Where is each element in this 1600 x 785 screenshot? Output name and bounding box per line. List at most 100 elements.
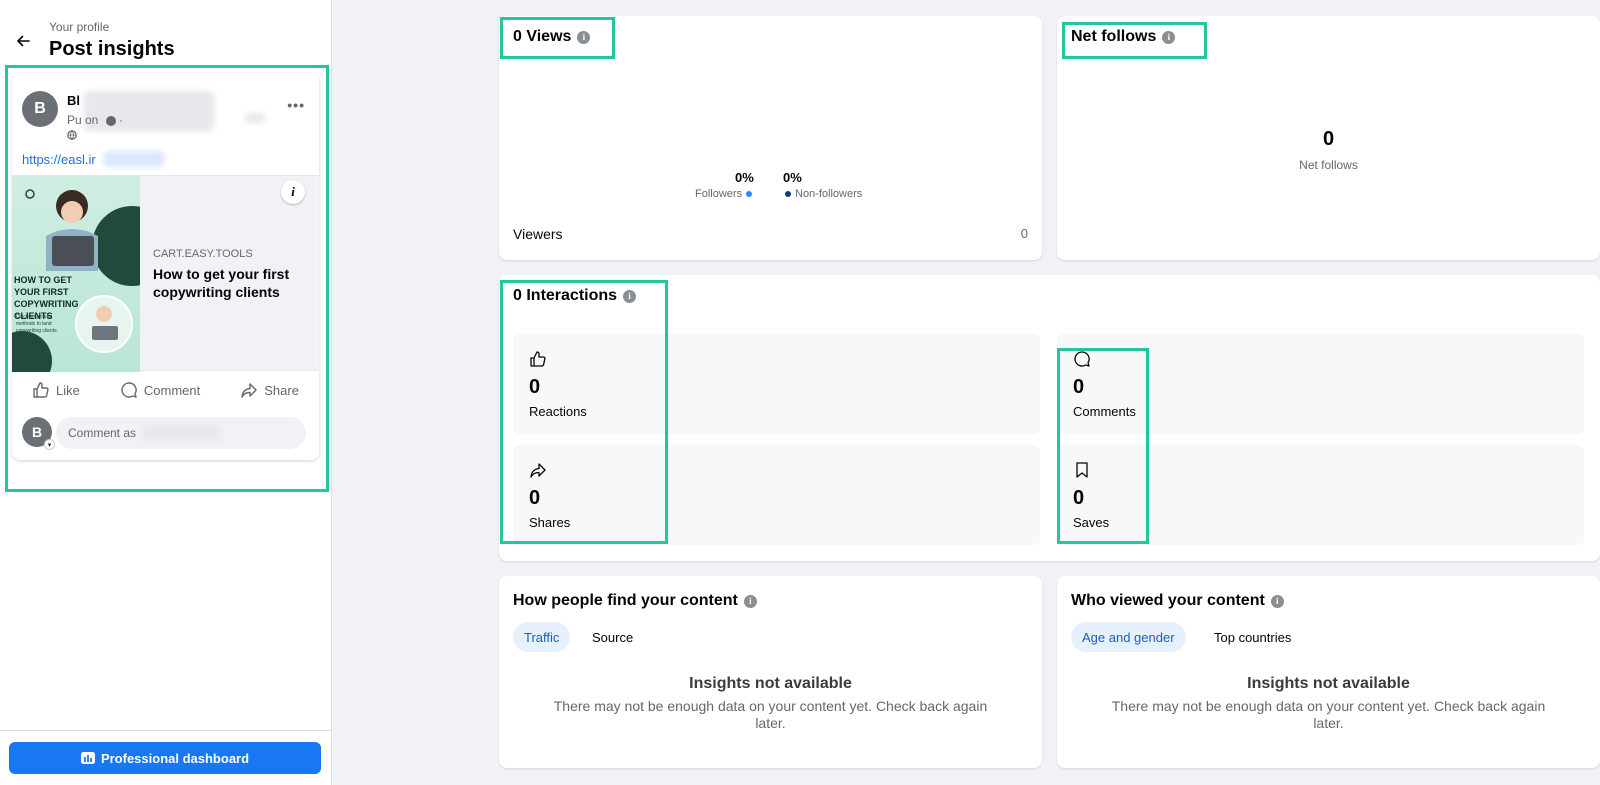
net-follows-title: Net follows i: [1071, 28, 1176, 46]
redacted-blur: [142, 425, 221, 441]
info-icon[interactable]: i: [577, 30, 591, 44]
preview-title[interactable]: How to get your first copywriting client…: [153, 265, 313, 301]
professional-dashboard-button[interactable]: Professional dashboard: [9, 742, 321, 774]
who-viewed-na-title: Insights not available: [1247, 675, 1410, 692]
who-viewed-title: Who viewed your content i: [1071, 592, 1284, 610]
reactions-tile: 0 Reactions: [513, 334, 1040, 434]
globe-icon: [67, 129, 77, 143]
interactions-card: 0 Interactions i 0 Reactions 0 Comments …: [499, 275, 1600, 561]
redacted-blur: [245, 113, 265, 123]
info-icon[interactable]: i: [1270, 594, 1284, 608]
saves-label: Saves: [1073, 515, 1110, 530]
tab-top-countries[interactable]: Top countries: [1203, 622, 1302, 652]
page-title: Post insights: [49, 38, 175, 60]
comments-label: Comments: [1073, 404, 1136, 419]
more-options-icon[interactable]: •••: [287, 97, 305, 113]
find-content-na-text: There may not be enough data on your con…: [553, 698, 988, 731]
preview-domain: CART.EASY.TOOLS: [153, 248, 253, 260]
share-icon: [530, 463, 546, 478]
viewers-value: 0: [1020, 226, 1028, 241]
who-viewed-na-text: There may not be enough data on your con…: [1111, 698, 1546, 731]
shares-label: Shares: [529, 515, 571, 530]
preview-thumbnail: HOW TO GET YOUR FIRST COPYWRITING CLIENT…: [12, 176, 140, 372]
who-viewed-card: Who viewed your content i Age and gender…: [1057, 576, 1600, 768]
net-follows-value: 0: [1322, 128, 1335, 150]
saves-tile: 0 Saves: [1057, 445, 1584, 545]
thumbnail-subtext: Discover proven methods to land copywrit…: [16, 314, 58, 334]
post-highlight-frame: B Bl Pu on · ••• https://easl.ir HOW TO …: [5, 65, 329, 492]
find-content-title-text: How people find your content: [513, 592, 738, 609]
post-actions: Like Comment Share: [12, 373, 319, 407]
comment-label: Comment: [143, 382, 201, 398]
arrow-left-icon: [17, 35, 30, 47]
interactions-title: 0 Interactions i: [513, 287, 637, 305]
chevron-down-icon[interactable]: ▾: [44, 439, 55, 450]
commenter-avatar[interactable]: B ▾: [22, 417, 55, 450]
find-content-title: How people find your content i: [513, 592, 757, 610]
share-button[interactable]: Share: [240, 381, 299, 399]
nonfollowers-legend: Non-followers: [785, 188, 862, 200]
views-title-text: 0 Views: [513, 28, 572, 45]
bookmark-icon: [1076, 462, 1088, 478]
comment-placeholder: Comment as: [68, 426, 137, 440]
info-icon[interactable]: i: [743, 594, 757, 608]
link-preview[interactable]: HOW TO GET YOUR FIRST COPYWRITING CLIENT…: [12, 175, 319, 372]
reactions-label: Reactions: [529, 404, 587, 419]
info-icon[interactable]: i: [1162, 30, 1176, 44]
interactions-title-text: 0 Interactions: [513, 287, 618, 304]
sidebar: Your profile Post insights B Bl Pu on · …: [0, 0, 332, 785]
net-follows-label: Net follows: [1299, 158, 1358, 172]
share-label: Share: [264, 382, 299, 398]
author-name[interactable]: Bl: [67, 93, 80, 108]
post-link[interactable]: https://easl.ir: [22, 152, 96, 167]
author-avatar[interactable]: B: [22, 91, 58, 127]
nonfollowers-legend-label: Non-followers: [795, 188, 863, 200]
dashboard-icon: [80, 752, 95, 764]
post-meta: Pu on ·: [67, 113, 123, 127]
like-label: Like: [56, 382, 80, 398]
followers-legend: Followers: [695, 188, 753, 200]
sidebar-divider: [0, 730, 332, 731]
breadcrumb[interactable]: Your profile: [49, 20, 109, 34]
question-icon: [105, 115, 116, 126]
tab-source[interactable]: Source: [581, 622, 644, 652]
commenter-avatar-letter: B: [31, 424, 43, 440]
meta-separator-icon: ·: [119, 113, 124, 127]
info-icon[interactable]: i: [623, 289, 637, 303]
find-content-card: How people find your content i Traffic S…: [499, 576, 1042, 768]
back-button[interactable]: [12, 30, 34, 52]
like-button[interactable]: Like: [32, 381, 80, 399]
who-viewed-title-text: Who viewed your content: [1071, 592, 1265, 609]
nonfollowers-dot-icon: [785, 191, 791, 198]
comments-value: 0: [1073, 376, 1085, 398]
comment-icon: [1074, 351, 1090, 367]
viewers-label: Viewers: [513, 226, 563, 242]
post-meta-text: Pu on: [67, 113, 99, 127]
views-title: 0 Views i: [513, 28, 591, 46]
nonfollowers-percent: 0%: [783, 170, 802, 185]
comments-tile: 0 Comments: [1057, 334, 1584, 434]
redacted-blur: [104, 151, 164, 167]
net-follows-title-text: Net follows: [1071, 28, 1157, 45]
followers-percent: 0%: [735, 170, 754, 185]
followers-dot-icon: [746, 191, 753, 198]
net-follows-card: Net follows i 0 Net follows: [1057, 16, 1600, 260]
comment-icon: [121, 382, 137, 398]
professional-dashboard-label: Professional dashboard: [100, 750, 250, 766]
tab-age-gender[interactable]: Age and gender: [1071, 622, 1186, 652]
saves-value: 0: [1073, 487, 1085, 509]
shares-value: 0: [529, 487, 541, 509]
views-card: 0 Views i 0% 0% Followers Non-followers …: [499, 16, 1042, 260]
comment-button[interactable]: Comment: [120, 381, 200, 399]
find-content-na-title: Insights not available: [689, 675, 852, 692]
share-icon: [241, 383, 257, 398]
tab-traffic[interactable]: Traffic: [513, 622, 571, 652]
comment-row: B ▾ Comment as: [22, 417, 312, 450]
post-preview-card: B Bl Pu on · ••• https://easl.ir HOW TO …: [12, 73, 319, 460]
followers-legend-label: Followers: [695, 188, 743, 200]
thumbs-up-icon: [530, 351, 546, 367]
comment-input[interactable]: Comment as: [56, 417, 306, 449]
reactions-value: 0: [529, 376, 541, 398]
thumbs-up-icon: [33, 382, 49, 398]
info-icon[interactable]: i: [281, 180, 305, 204]
